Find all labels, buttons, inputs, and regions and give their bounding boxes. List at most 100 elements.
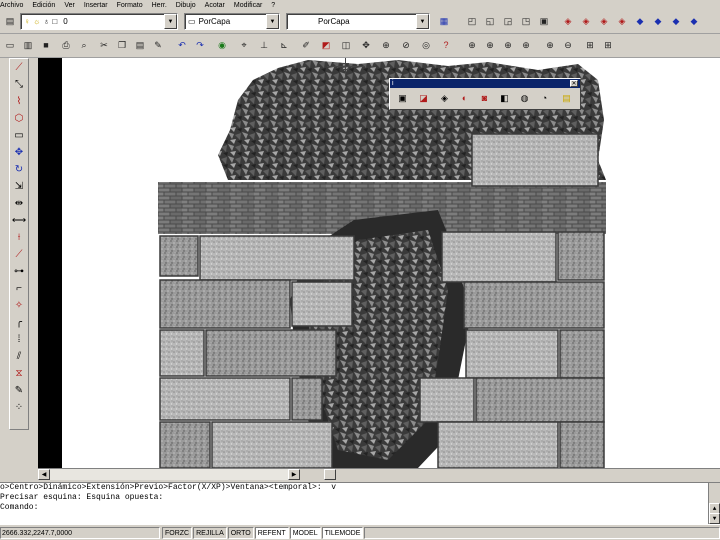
status-grid-button[interactable]: REJILLA	[193, 526, 227, 539]
view-left-icon[interactable]: ◲	[500, 13, 516, 30]
menu-archivo[interactable]: Archivo	[0, 2, 23, 9]
image-clip-icon[interactable]: ◈	[436, 90, 453, 106]
polyline-tool-icon[interactable]: ⌇	[10, 94, 28, 110]
array-tool-icon[interactable]: ⁞	[10, 332, 28, 348]
layer-on-bulb-icon[interactable]: ♀	[24, 17, 30, 26]
image-insert-icon[interactable]: ▣	[394, 90, 411, 106]
move-tool-icon[interactable]: ✥	[10, 145, 28, 161]
stretch-tool-icon[interactable]: ⇹	[10, 196, 28, 212]
help-question-icon[interactable]: ?	[438, 37, 454, 54]
layer-dropdown[interactable]: ♀ ☼ ♁ □ 0 ▼	[20, 13, 178, 30]
save-disk-icon[interactable]: ■	[38, 37, 54, 54]
paste-icon[interactable]: ▤	[132, 37, 148, 54]
view-bottom-icon[interactable]: ◱	[482, 13, 498, 30]
status-snap-button[interactable]: FORZC	[162, 526, 193, 539]
zoom-window-icon[interactable]: ◎	[418, 37, 434, 54]
chevron-down-icon[interactable]: ▼	[416, 14, 429, 29]
command-scrollbar[interactable]: ▲ ▼	[708, 483, 720, 525]
status-tilemode-button[interactable]: TILEMODE	[321, 526, 364, 539]
image-attach-icon[interactable]: ◪	[415, 90, 432, 106]
layer-manager-icon[interactable]: ▤	[2, 13, 18, 30]
zoom-scale-icon[interactable]: ⊕	[500, 37, 516, 54]
status-osnap-button[interactable]: REFENT	[254, 526, 289, 539]
lengthen-tool-icon[interactable]: ⟷	[10, 213, 28, 229]
zoom-realtime-icon[interactable]: ⊘	[398, 37, 414, 54]
3d-orbit-icon[interactable]: ✥	[358, 37, 374, 54]
extend-tool-icon[interactable]: ⟋	[10, 247, 28, 263]
redraw-pencil-icon[interactable]: ✐	[298, 37, 314, 54]
redo-icon[interactable]: ↷	[192, 37, 208, 54]
copy-icon[interactable]: ❐	[114, 37, 130, 54]
scroll-track[interactable]	[50, 469, 288, 480]
view-iso-se-icon[interactable]: ◈	[578, 13, 594, 30]
view-top-icon[interactable]: ◰	[464, 13, 480, 30]
image-quality-icon[interactable]: ◙	[476, 90, 493, 106]
scroll-thumb[interactable]	[324, 469, 336, 480]
color-dropdown[interactable]: PorCapa ▼	[286, 13, 430, 30]
properties-icon[interactable]: ▦	[436, 13, 452, 30]
zoom-center-icon[interactable]: ⊕	[518, 37, 534, 54]
layer-color-swatch-icon[interactable]: □	[52, 17, 57, 26]
print-preview-icon[interactable]: ⌕	[76, 37, 92, 54]
explode-tool-icon[interactable]: ✧	[10, 298, 28, 314]
zoom-dynamic-icon[interactable]: ⊕	[482, 37, 498, 54]
chamfer-tool-icon[interactable]: ⌐	[10, 281, 28, 297]
view-front-icon[interactable]: ▣	[536, 13, 552, 30]
cut-scissors-icon[interactable]: ✂	[96, 37, 112, 54]
status-ortho-button[interactable]: ORTO	[227, 526, 254, 539]
ucs-icon[interactable]: ⊥	[256, 37, 272, 54]
match-properties-brush-icon[interactable]: ✎	[150, 37, 166, 54]
menu-edicion[interactable]: Edición	[32, 2, 55, 9]
shade-flat-icon[interactable]: ◆	[632, 13, 648, 30]
horizontal-scrollbar[interactable]: ◀ ▶	[38, 468, 720, 480]
status-model-button[interactable]: MODEL	[289, 526, 321, 539]
named-views-icon[interactable]: ◫	[338, 37, 354, 54]
zoom-in-icon[interactable]: ⊕	[542, 37, 558, 54]
menu-help[interactable]: ?	[271, 2, 275, 9]
view-iso-ne-icon[interactable]: ◈	[596, 13, 612, 30]
rectangle-tool-icon[interactable]: ▭	[10, 128, 28, 144]
break-tool-icon[interactable]: ⊶	[10, 264, 28, 280]
shade-edges-icon[interactable]: ◆	[668, 13, 684, 30]
fillet-tool-icon[interactable]: ╭	[10, 315, 28, 331]
zoom-out-icon[interactable]: ⊖	[560, 37, 576, 54]
rotate-tool-icon[interactable]: ↻	[10, 162, 28, 178]
command-prompt[interactable]: Comando:	[0, 503, 720, 513]
menu-ver[interactable]: Ver	[64, 2, 75, 9]
scroll-left-icon[interactable]: ◀	[38, 469, 50, 480]
menu-herr[interactable]: Herr.	[152, 2, 167, 9]
copy-object-tool-icon[interactable]: ⁘	[10, 400, 28, 416]
floating-toolbar-title[interactable]: i ✕	[390, 79, 580, 88]
scroll-right-icon[interactable]: ▶	[288, 469, 300, 480]
polygon-tool-icon[interactable]: ⬡	[10, 111, 28, 127]
zoom-window-2-icon[interactable]: ⊕	[464, 37, 480, 54]
view-iso-nw-icon[interactable]: ◈	[614, 13, 630, 30]
mirror-tool-icon[interactable]: ⧖	[10, 366, 28, 382]
menu-insertar[interactable]: Insertar	[84, 2, 108, 9]
scroll-down-icon[interactable]: ▼	[709, 513, 720, 524]
linetype-dropdown[interactable]: ▭ PorCapa ▼	[184, 13, 280, 30]
offset-tool-icon[interactable]: ⫽	[10, 349, 28, 365]
zoom-extents-icon[interactable]: ⊞	[600, 37, 616, 54]
construction-line-icon[interactable]: ⤡	[10, 77, 28, 93]
ucs-world-icon[interactable]: ⊾	[276, 37, 292, 54]
floating-toolbar[interactable]: i ✕ ▣ ◪ ◈ ◐ ◙ ◧ ◍ ◔ ▤	[389, 78, 581, 110]
close-icon[interactable]: ✕	[570, 80, 578, 87]
trim-tool-icon[interactable]: ⟊	[10, 230, 28, 246]
aerial-view-icon[interactable]: ◩	[318, 37, 334, 54]
render-icon[interactable]: ◆	[686, 13, 702, 30]
menu-formato[interactable]: Formato	[117, 2, 143, 9]
erase-tool-icon[interactable]: ✎	[10, 383, 28, 399]
layer-lock-icon[interactable]: ♁	[43, 17, 49, 26]
raster-image-stone-wall[interactable]	[158, 60, 606, 468]
image-properties-icon[interactable]: ▤	[558, 90, 575, 106]
view-iso-sw-icon[interactable]: ◈	[560, 13, 576, 30]
menu-dibujo[interactable]: Dibujo	[176, 2, 196, 9]
line-tool-icon[interactable]: ⟋	[10, 60, 28, 76]
coordinate-readout[interactable]: 2666.332,2247.7,0000	[0, 526, 160, 539]
print-icon[interactable]: ⎙	[58, 37, 74, 54]
image-transparency-icon[interactable]: ◧	[496, 90, 513, 106]
image-frame-icon[interactable]: ◍	[516, 90, 533, 106]
scale-tool-icon[interactable]: ⇲	[10, 179, 28, 195]
image-manager-icon[interactable]: ◔	[536, 90, 553, 106]
